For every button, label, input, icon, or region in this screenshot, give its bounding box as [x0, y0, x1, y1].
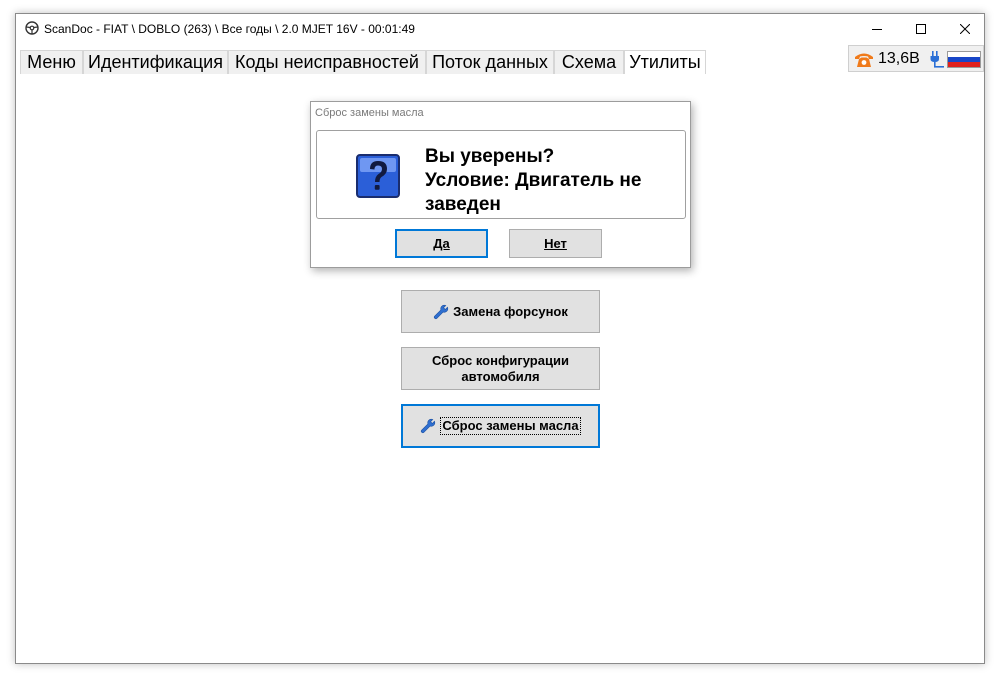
- tab-fault-codes[interactable]: Коды неисправностей: [228, 50, 426, 74]
- oil-change-reset-label: Сброс замены масла: [440, 417, 581, 435]
- minimize-icon: [872, 28, 882, 30]
- car-config-reset-button[interactable]: Сброс конфигурации автомобиля: [401, 347, 600, 390]
- voltage-readout: 13,6В: [878, 50, 920, 67]
- wrench-icon: [421, 418, 436, 434]
- confirm-dialog: Сброс замены масла Вы уверены? Условие: …: [310, 101, 691, 268]
- tab-data-stream[interactable]: Поток данных: [426, 50, 554, 74]
- dialog-question: Вы уверены?: [425, 146, 555, 167]
- no-button[interactable]: Нет: [509, 229, 602, 258]
- injector-replacement-button[interactable]: Замена форсунок: [401, 290, 600, 333]
- tab-bar: Меню Идентификация Коды неисправностей П…: [16, 50, 984, 74]
- dialog-condition: Условие: Двигатель не заведен: [425, 170, 642, 215]
- russian-flag-icon[interactable]: [947, 51, 981, 68]
- status-area: 13,6В: [848, 45, 984, 72]
- minimize-button[interactable]: [854, 14, 900, 43]
- yes-button[interactable]: Да: [395, 229, 488, 258]
- injector-replacement-label: Замена форсунок: [453, 303, 568, 319]
- dialog-title: Сброс замены масла: [315, 107, 424, 119]
- car-config-reset-label: Сброс конфигурации автомобиля: [432, 352, 569, 384]
- close-icon: [960, 23, 970, 34]
- phone-icon: [855, 53, 873, 67]
- plug-icon: [930, 51, 944, 68]
- title-bar: ScanDoc - FIAT \ DOBLO (263) \ Все годы …: [16, 14, 984, 43]
- dialog-message: Вы уверены? Условие: Двигатель не заведе…: [425, 145, 680, 217]
- tab-identification[interactable]: Идентификация: [83, 50, 228, 74]
- window-title: ScanDoc - FIAT \ DOBLO (263) \ Все годы …: [44, 22, 415, 36]
- question-icon: [356, 154, 400, 198]
- oil-change-reset-button[interactable]: Сброс замены масла: [401, 404, 600, 448]
- wrench-icon: [433, 304, 449, 319]
- tab-menu[interactable]: Меню: [20, 50, 83, 74]
- maximize-button[interactable]: [898, 14, 944, 43]
- tab-utilities[interactable]: Утилиты: [624, 50, 706, 74]
- tab-diagram[interactable]: Схема: [554, 50, 624, 74]
- dialog-message-panel: Вы уверены? Условие: Двигатель не заведе…: [316, 130, 686, 219]
- steering-wheel-icon: [25, 21, 39, 35]
- maximize-icon: [916, 23, 926, 34]
- close-button[interactable]: [942, 14, 988, 43]
